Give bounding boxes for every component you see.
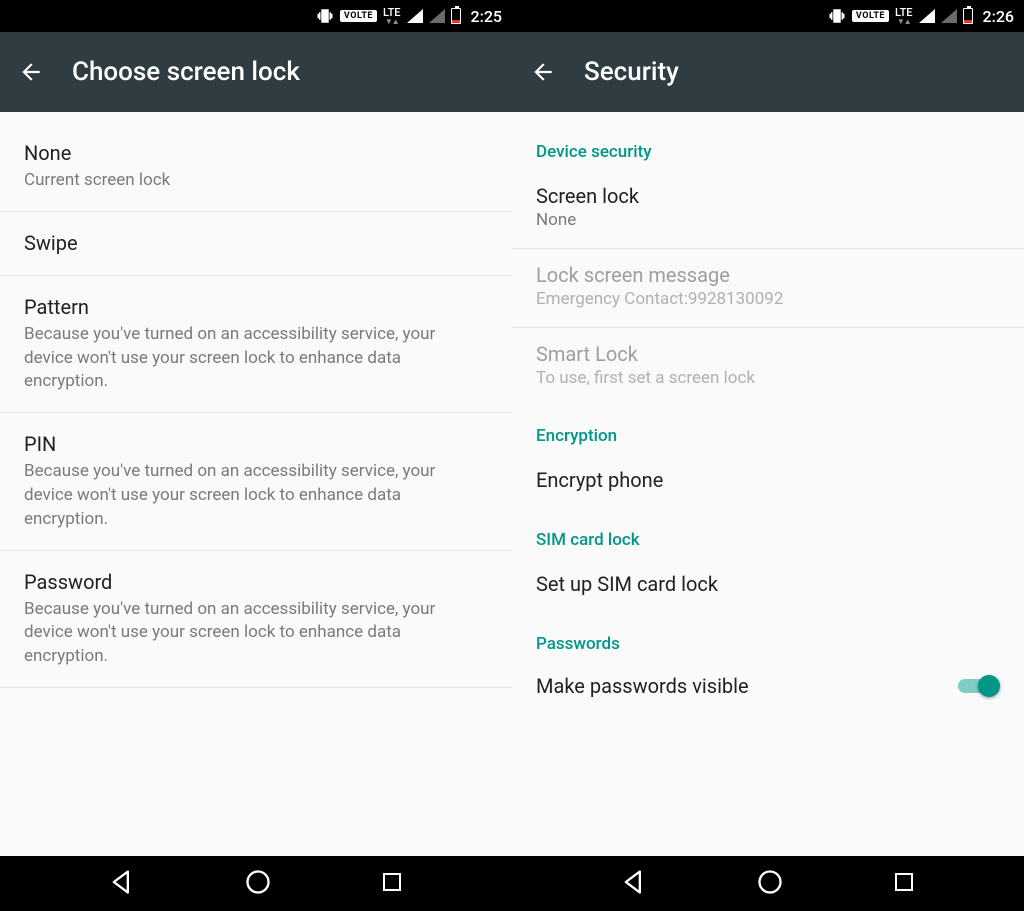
status-bar: VOLTE LTE ▼▲ 2:26: [512, 0, 1024, 32]
setting-encrypt-phone[interactable]: Encrypt phone: [512, 454, 1024, 510]
setting-screen-lock[interactable]: Screen lock None: [512, 170, 1024, 248]
network-lte: LTE ▼▲: [895, 7, 913, 26]
lock-option-none[interactable]: None Current screen lock: [0, 122, 512, 212]
setting-smart-lock: Smart Lock To use, first set a screen lo…: [512, 328, 1024, 406]
lock-option-pattern[interactable]: Pattern Because you've turned on an acce…: [0, 276, 512, 413]
setting-sublabel: None: [536, 210, 1000, 230]
setting-label: Smart Lock: [536, 342, 1000, 366]
volte-badge: VOLTE: [340, 10, 377, 22]
lock-option-password[interactable]: Password Because you've turned on an acc…: [0, 551, 512, 688]
app-bar: Choose screen lock: [0, 32, 512, 112]
setting-setup-sim-lock[interactable]: Set up SIM card lock: [512, 558, 1024, 614]
nav-home-button[interactable]: [756, 868, 784, 900]
navigation-bar: [0, 856, 1024, 911]
signal-sim1-icon: [407, 9, 423, 23]
option-label: PIN: [24, 431, 488, 458]
option-sublabel: Current screen lock: [24, 169, 488, 193]
vibrate-icon: [828, 7, 846, 25]
screen-lock-list: None Current screen lock Swipe Pattern B…: [0, 112, 512, 856]
setting-sublabel: Emergency Contact:9928130092: [536, 289, 1000, 309]
nav-back-button[interactable]: [108, 868, 136, 900]
battery-icon: [451, 8, 461, 24]
network-lte: LTE ▼▲: [383, 7, 401, 26]
status-clock: 2:26: [983, 7, 1015, 26]
signal-sim1-icon: [919, 9, 935, 23]
setting-passwords-visible[interactable]: Make passwords visible: [512, 662, 1024, 698]
setting-lock-screen-message: Lock screen message Emergency Contact:99…: [512, 249, 1024, 327]
phone-right: VOLTE LTE ▼▲ 2:26 Security Device securi…: [512, 0, 1024, 856]
nav-recent-button[interactable]: [892, 870, 916, 898]
app-bar: Security: [512, 32, 1024, 112]
status-bar: VOLTE LTE ▼▲ 2:25: [0, 0, 512, 32]
option-sublabel: Because you've turned on an accessibilit…: [24, 323, 488, 394]
volte-badge: VOLTE: [852, 10, 889, 22]
toggle-switch[interactable]: [958, 675, 1000, 697]
option-label: Swipe: [24, 230, 488, 257]
option-label: None: [24, 140, 488, 167]
battery-icon: [963, 8, 973, 24]
lock-option-pin[interactable]: PIN Because you've turned on an accessib…: [0, 413, 512, 550]
lock-option-swipe[interactable]: Swipe: [0, 212, 512, 276]
security-settings: Device security Screen lock None Lock sc…: [512, 112, 1024, 856]
back-button[interactable]: [18, 59, 44, 85]
phone-left: VOLTE LTE ▼▲ 2:25 Choose screen lock Non…: [0, 0, 512, 856]
section-device-security: Device security: [512, 122, 1024, 170]
section-encryption: Encryption: [512, 406, 1024, 454]
signal-sim2-icon: [429, 9, 445, 23]
option-sublabel: Because you've turned on an accessibilit…: [24, 460, 488, 531]
setting-label: Set up SIM card lock: [536, 572, 1000, 596]
option-label: Password: [24, 569, 488, 596]
setting-label: Encrypt phone: [536, 468, 1000, 492]
signal-sim2-icon: [941, 9, 957, 23]
nav-back-button[interactable]: [620, 868, 648, 900]
option-label: Pattern: [24, 294, 488, 321]
option-sublabel: Because you've turned on an accessibilit…: [24, 598, 488, 669]
setting-label: Screen lock: [536, 184, 1000, 208]
page-title: Security: [584, 57, 679, 87]
section-passwords: Passwords: [512, 614, 1024, 662]
vibrate-icon: [316, 7, 334, 25]
setting-label: Make passwords visible: [536, 674, 749, 698]
nav-home-button[interactable]: [244, 868, 272, 900]
section-sim-card-lock: SIM card lock: [512, 510, 1024, 558]
page-title: Choose screen lock: [72, 57, 300, 87]
setting-label: Lock screen message: [536, 263, 1000, 287]
status-clock: 2:25: [471, 7, 503, 26]
setting-sublabel: To use, first set a screen lock: [536, 368, 1000, 388]
nav-recent-button[interactable]: [380, 870, 404, 898]
back-button[interactable]: [530, 59, 556, 85]
